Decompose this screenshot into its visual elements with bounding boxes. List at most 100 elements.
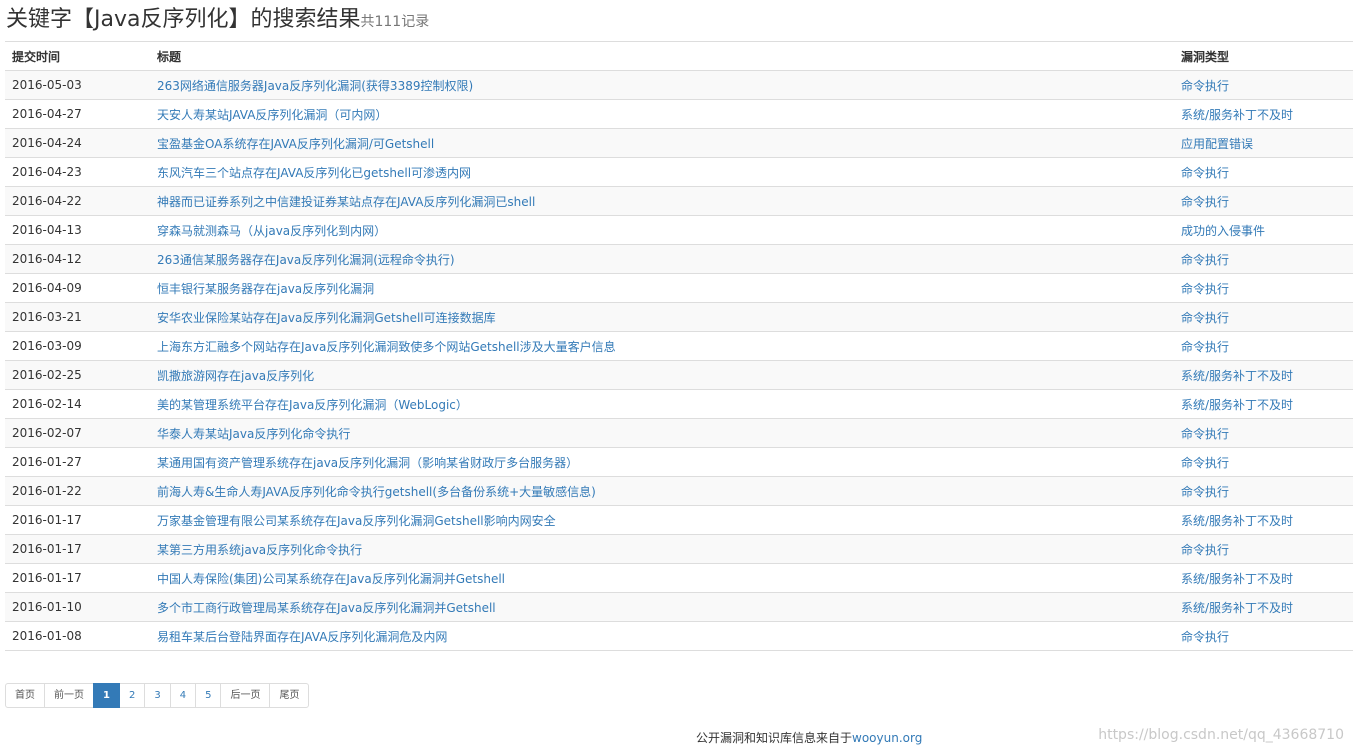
row-date: 2016-01-17	[5, 534, 150, 564]
table-row: 2016-04-12 263通信某服务器存在Java反序列化漏洞(远程命令执行) 命…	[5, 244, 1353, 274]
footer-wooyun-link[interactable]: wooyun.org	[852, 731, 922, 745]
pagination-page-2[interactable]: 2	[118, 683, 146, 708]
row-date: 2016-04-22	[5, 186, 150, 216]
row-type-link[interactable]: 命令执行	[1181, 630, 1229, 644]
table-row: 2016-04-09 恒丰银行某服务器存在java反序列化漏洞 命令执行	[5, 273, 1353, 303]
row-type-link[interactable]: 命令执行	[1181, 195, 1229, 209]
row-type-link[interactable]: 命令执行	[1181, 253, 1229, 267]
table-row: 2016-03-09 上海东方汇融多个网站存在Java反序列化漏洞致使多个网站Ge…	[5, 331, 1353, 361]
row-title-cell: 多个市工商行政管理局某系统存在Java反序列化漏洞并Getshell	[150, 592, 1174, 622]
row-type-cell: 命令执行	[1174, 418, 1353, 448]
page-title-text: 关键字【Java反序列化】的搜索结果	[6, 7, 361, 32]
row-title-link[interactable]: 易租车某后台登陆界面存在JAVA反序列化漏洞危及内网	[157, 630, 447, 644]
table-row: 2016-01-17 中国人寿保险(集团)公司某系统存在Java反序列化漏洞并Ge…	[5, 563, 1353, 593]
pagination-last-button[interactable]: 尾页	[269, 683, 310, 708]
row-type-link[interactable]: 命令执行	[1181, 456, 1229, 470]
row-title-link[interactable]: 万家基金管理有限公司某系统存在Java反序列化漏洞Getshell影响内网安全	[157, 514, 556, 528]
row-title-link[interactable]: 穿森马就测森马（从java反序列化到内网）	[157, 224, 386, 238]
pagination-next-button[interactable]: 后一页	[220, 683, 271, 708]
row-title-link[interactable]: 安华农业保险某站存在Java反序列化漏洞Getshell可连接数据库	[157, 311, 496, 325]
pagination-first-button[interactable]: 首页	[5, 683, 45, 708]
table-row: 2016-04-22 神器而已证券系列之中信建投证券某站点存在JAVA反序列化漏洞…	[5, 186, 1353, 216]
row-title-link[interactable]: 263网络通信服务器Java反序列化漏洞(获得3389控制权限)	[157, 79, 473, 93]
row-type-link[interactable]: 系统/服务补丁不及时	[1181, 601, 1293, 615]
row-date: 2016-04-23	[5, 157, 150, 187]
table-header: 提交时间 标题 漏洞类型	[5, 41, 1353, 71]
table-row: 2016-04-24 宝盈基金OA系统存在JAVA反序列化漏洞/可Getshell…	[5, 128, 1353, 158]
row-title-link[interactable]: 上海东方汇融多个网站存在Java反序列化漏洞致使多个网站Getshell涉及大量…	[157, 340, 616, 354]
row-date: 2016-03-09	[5, 331, 150, 361]
table-row: 2016-02-14 美的某管理系统平台存在Java反序列化漏洞（WebLogic…	[5, 389, 1353, 419]
row-title-link[interactable]: 恒丰银行某服务器存在java反序列化漏洞	[157, 282, 374, 296]
row-title-cell: 万家基金管理有限公司某系统存在Java反序列化漏洞Getshell影响内网安全	[150, 505, 1174, 535]
row-date: 2016-04-24	[5, 128, 150, 158]
row-title-link[interactable]: 宝盈基金OA系统存在JAVA反序列化漏洞/可Getshell	[157, 137, 434, 151]
row-type-link[interactable]: 命令执行	[1181, 79, 1229, 93]
pagination-page-5[interactable]: 5	[195, 683, 222, 708]
pagination-page-3[interactable]: 3	[144, 683, 171, 708]
table-header-row: 提交时间 标题 漏洞类型	[5, 41, 1353, 71]
row-type-link[interactable]: 命令执行	[1181, 340, 1229, 354]
row-title-cell: 神器而已证券系列之中信建投证券某站点存在JAVA反序列化漏洞已shell	[150, 186, 1174, 216]
row-type-cell: 系统/服务补丁不及时	[1174, 360, 1353, 390]
row-title-link[interactable]: 凯撒旅游网存在java反序列化	[157, 369, 314, 383]
row-type-cell: 系统/服务补丁不及时	[1174, 505, 1353, 535]
row-title-cell: 宝盈基金OA系统存在JAVA反序列化漏洞/可Getshell	[150, 128, 1174, 158]
row-date: 2016-01-17	[5, 563, 150, 593]
row-type-link[interactable]: 成功的入侵事件	[1181, 224, 1265, 238]
pagination-page-4[interactable]: 4	[169, 683, 197, 708]
row-type-cell: 命令执行	[1174, 476, 1353, 506]
pagination-page-1[interactable]: 1	[93, 683, 120, 708]
row-title-cell: 263通信某服务器存在Java反序列化漏洞(远程命令执行)	[150, 244, 1174, 274]
row-title-cell: 某第三方用系统java反序列化命令执行	[150, 534, 1174, 564]
row-title-link[interactable]: 天安人寿某站JAVA反序列化漏洞（可内网）	[157, 108, 387, 122]
row-title-link[interactable]: 多个市工商行政管理局某系统存在Java反序列化漏洞并Getshell	[157, 601, 496, 615]
row-type-link[interactable]: 应用配置错误	[1181, 137, 1253, 151]
page-title: 关键字【Java反序列化】的搜索结果共111记录	[6, 5, 429, 37]
row-type-cell: 应用配置错误	[1174, 128, 1353, 158]
row-title-link[interactable]: 263通信某服务器存在Java反序列化漏洞(远程命令执行)	[157, 253, 455, 267]
row-type-link[interactable]: 命令执行	[1181, 427, 1229, 441]
row-date: 2016-01-22	[5, 476, 150, 506]
row-date: 2016-05-03	[5, 70, 150, 100]
row-type-link[interactable]: 命令执行	[1181, 282, 1229, 296]
row-title-cell: 前海人寿&生命人寿JAVA反序列化命令执行getshell(多台备份系统+大量敏…	[150, 476, 1174, 506]
row-type-link[interactable]: 系统/服务补丁不及时	[1181, 369, 1293, 383]
row-type-cell: 命令执行	[1174, 157, 1353, 187]
row-title-link[interactable]: 美的某管理系统平台存在Java反序列化漏洞（WebLogic）	[157, 398, 468, 412]
row-title-cell: 某通用国有资产管理系统存在java反序列化漏洞（影响某省财政厅多台服务器）	[150, 447, 1174, 477]
row-title-link[interactable]: 东风汽车三个站点存在JAVA反序列化已getshell可渗透内网	[157, 166, 471, 180]
row-type-cell: 成功的入侵事件	[1174, 215, 1353, 245]
row-type-link[interactable]: 系统/服务补丁不及时	[1181, 572, 1293, 586]
results-table: 提交时间 标题 漏洞类型 2016-05-03 263网络通信服务器Java反序列…	[5, 41, 1353, 651]
row-title-link[interactable]: 神器而已证券系列之中信建投证券某站点存在JAVA反序列化漏洞已shell	[157, 195, 535, 209]
table-row: 2016-04-23 东风汽车三个站点存在JAVA反序列化已getshell可渗透…	[5, 157, 1353, 187]
row-title-cell: 美的某管理系统平台存在Java反序列化漏洞（WebLogic）	[150, 389, 1174, 419]
table-row: 2016-01-17 某第三方用系统java反序列化命令执行 命令执行	[5, 534, 1353, 564]
row-title-link[interactable]: 某第三方用系统java反序列化命令执行	[157, 543, 362, 557]
row-type-cell: 系统/服务补丁不及时	[1174, 99, 1353, 129]
row-type-link[interactable]: 命令执行	[1181, 311, 1229, 325]
table-body: 2016-05-03 263网络通信服务器Java反序列化漏洞(获得3389控制权…	[5, 70, 1353, 651]
row-type-link[interactable]: 命令执行	[1181, 543, 1229, 557]
footer: 公开漏洞和知识库信息来自于wooyun.org	[696, 729, 922, 746]
row-date: 2016-03-21	[5, 302, 150, 332]
row-title-link[interactable]: 中国人寿保险(集团)公司某系统存在Java反序列化漏洞并Getshell	[157, 572, 505, 586]
table-row: 2016-01-27 某通用国有资产管理系统存在java反序列化漏洞（影响某省财政…	[5, 447, 1353, 477]
column-header-type: 漏洞类型	[1174, 41, 1353, 71]
pagination-prev-button[interactable]: 前一页	[44, 683, 94, 708]
table-row: 2016-01-22 前海人寿&生命人寿JAVA反序列化命令执行getshell(…	[5, 476, 1353, 506]
row-title-link[interactable]: 华泰人寿某站Java反序列化命令执行	[157, 427, 350, 441]
row-title-link[interactable]: 前海人寿&生命人寿JAVA反序列化命令执行getshell(多台备份系统+大量敏…	[157, 485, 596, 499]
row-type-link[interactable]: 系统/服务补丁不及时	[1181, 108, 1293, 122]
result-count: 共111记录	[360, 14, 430, 30]
row-type-link[interactable]: 命令执行	[1181, 166, 1229, 180]
table-row: 2016-05-03 263网络通信服务器Java反序列化漏洞(获得3389控制权…	[5, 70, 1353, 100]
row-type-link[interactable]: 系统/服务补丁不及时	[1181, 398, 1293, 412]
row-type-cell: 命令执行	[1174, 273, 1353, 303]
row-type-link[interactable]: 命令执行	[1181, 485, 1229, 499]
row-title-link[interactable]: 某通用国有资产管理系统存在java反序列化漏洞（影响某省财政厅多台服务器）	[157, 456, 578, 470]
row-title-cell: 安华农业保险某站存在Java反序列化漏洞Getshell可连接数据库	[150, 302, 1174, 332]
row-type-link[interactable]: 系统/服务补丁不及时	[1181, 514, 1293, 528]
row-type-cell: 命令执行	[1174, 302, 1353, 332]
